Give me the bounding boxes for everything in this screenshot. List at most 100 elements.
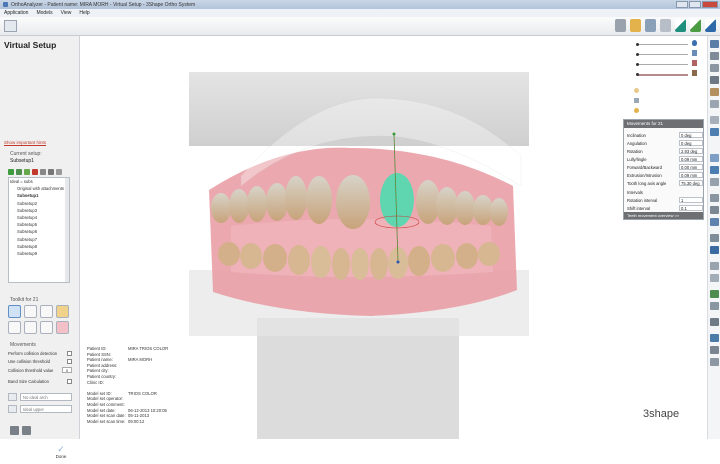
pan-icon[interactable]	[710, 334, 719, 342]
menu-models[interactable]: Models	[36, 10, 52, 16]
pause-icon[interactable]	[40, 169, 46, 175]
view-left-icon[interactable]	[710, 64, 719, 72]
bolton-icon[interactable]	[710, 262, 719, 270]
tree-item[interactable]: Subsetup2	[9, 200, 69, 207]
crown-tool-icon[interactable]	[56, 305, 69, 318]
collision-threshold-checkbox[interactable]	[67, 359, 72, 364]
view-settings-icon[interactable]	[645, 19, 656, 32]
green-tooth-icon[interactable]	[710, 290, 719, 298]
gum-slider[interactable]	[638, 74, 688, 76]
setup-tree[interactable]: Ideal = subs Original with attachments S…	[8, 177, 70, 283]
minimize-button[interactable]	[676, 1, 688, 8]
view-front-icon[interactable]	[710, 40, 719, 48]
compare-icon[interactable]	[710, 194, 719, 202]
ideal-upper-dropdown[interactable]: Ideal upper	[20, 405, 72, 413]
view-back-icon[interactable]	[710, 52, 719, 60]
view-bottom-icon[interactable]	[710, 100, 719, 108]
move-tool-icon[interactable]	[8, 305, 21, 318]
tree-item[interactable]: Subsetup9	[9, 250, 69, 257]
ruler-icon[interactable]	[710, 234, 719, 242]
band-size-checkbox[interactable]	[67, 379, 72, 384]
occlusion-icon[interactable]	[710, 178, 719, 186]
collision-icon[interactable]	[710, 318, 719, 326]
view-right-icon[interactable]	[710, 76, 719, 84]
maximize-button[interactable]	[689, 1, 701, 8]
attachment-tool-icon[interactable]	[40, 321, 53, 334]
movement-value-input[interactable]: 0 deg	[679, 132, 703, 138]
base-visibility-icon[interactable]	[692, 70, 697, 76]
settings-icon[interactable]	[48, 169, 54, 175]
refresh-icon[interactable]	[56, 169, 62, 175]
next-step-button[interactable]	[22, 426, 31, 435]
space-icon[interactable]	[710, 274, 719, 282]
tree-item[interactable]: Subsetup6	[9, 228, 69, 235]
menu-application[interactable]: Application	[4, 10, 28, 16]
ideal-arch-dropdown[interactable]: No ideal arch	[20, 393, 72, 401]
collision-detection-checkbox[interactable]	[67, 351, 72, 356]
tooth-visibility-icon[interactable]	[634, 88, 639, 93]
lower-visibility-icon[interactable]	[692, 50, 697, 56]
lower-transparency-slider[interactable]	[638, 54, 688, 55]
add-setup-icon[interactable]	[16, 169, 22, 175]
done-button[interactable]: ✓ Done	[50, 444, 72, 464]
blue-triangle-icon[interactable]	[705, 19, 716, 32]
green-triangle-icon[interactable]	[690, 19, 701, 32]
attachment-visibility-icon[interactable]	[634, 98, 639, 103]
superimpose-icon[interactable]	[710, 218, 719, 226]
slider-handle[interactable]	[636, 73, 639, 76]
crown-visibility-icon[interactable]	[634, 108, 639, 113]
rotate-tool-icon[interactable]	[24, 305, 37, 318]
add-plus-icon[interactable]	[24, 169, 30, 175]
tooth-list-icon[interactable]	[710, 302, 719, 310]
split-icon[interactable]	[710, 206, 719, 214]
cross-section-icon[interactable]	[710, 154, 719, 162]
upper-transparency-slider[interactable]	[638, 44, 688, 45]
shift-interval-input[interactable]: 0.1	[679, 205, 703, 211]
movement-value-input[interactable]: 75.30 deg	[679, 180, 703, 186]
slider-handle[interactable]	[636, 63, 639, 66]
rotate-view-icon[interactable]	[710, 128, 719, 136]
screenshot-icon[interactable]	[615, 19, 626, 32]
collision-threshold-value-input[interactable]: 0	[62, 367, 72, 373]
teal-triangle-icon[interactable]	[675, 19, 686, 32]
delete-icon[interactable]	[32, 169, 38, 175]
important-hints-link[interactable]: Show important hints	[4, 140, 46, 145]
arch-form-icon[interactable]	[710, 246, 719, 254]
tree-item-selected[interactable]: Subsetup1	[9, 192, 69, 199]
movement-value-input[interactable]: 2.93 deg	[679, 148, 703, 154]
zoom-icon[interactable]	[710, 358, 719, 366]
movement-value-input[interactable]: 0 deg	[679, 140, 703, 146]
movement-value-input[interactable]: 0.09 mm	[679, 172, 703, 178]
axis-tool-icon[interactable]	[8, 321, 21, 334]
menu-help[interactable]: Help	[79, 10, 89, 16]
upper-visibility-icon[interactable]	[692, 40, 697, 46]
measure-icon[interactable]	[660, 19, 671, 32]
tree-item[interactable]: Subsetup4	[9, 214, 69, 221]
home-button[interactable]	[4, 20, 17, 32]
confirm-icon[interactable]	[8, 169, 14, 175]
grid-icon[interactable]	[710, 166, 719, 174]
movement-value-input[interactable]: 0.00 mm	[679, 164, 703, 170]
zoom-fit-icon[interactable]	[710, 116, 719, 124]
menu-view[interactable]: View	[61, 10, 72, 16]
slider-handle[interactable]	[636, 53, 639, 56]
tree-scrollbar[interactable]	[65, 178, 69, 282]
tree-item-root[interactable]: Ideal = subs	[9, 178, 69, 185]
tree-item[interactable]: Subsetup3	[9, 207, 69, 214]
view-top-icon[interactable]	[710, 88, 719, 96]
move-view-icon[interactable]	[710, 346, 719, 354]
rotation-interval-input[interactable]: 1	[679, 197, 703, 203]
close-button[interactable]	[702, 1, 718, 8]
tooth-tool-icon[interactable]	[40, 305, 53, 318]
gum-tool-icon[interactable]	[56, 321, 69, 334]
tree-item[interactable]: Subsetup7	[9, 236, 69, 243]
movement-value-input[interactable]: 0.09 mm	[679, 156, 703, 162]
teeth-movement-overview-link[interactable]: Teeth movement overview >>	[624, 212, 703, 219]
tree-item[interactable]: Original with attachments	[9, 185, 69, 192]
slider-handle[interactable]	[636, 43, 639, 46]
prev-step-button[interactable]	[10, 426, 19, 435]
tree-item[interactable]: Subsetup5	[9, 221, 69, 228]
ideal-arch-slider[interactable]	[638, 64, 688, 65]
tree-item[interactable]: Subsetup8	[9, 243, 69, 250]
folder-icon[interactable]	[630, 19, 641, 32]
